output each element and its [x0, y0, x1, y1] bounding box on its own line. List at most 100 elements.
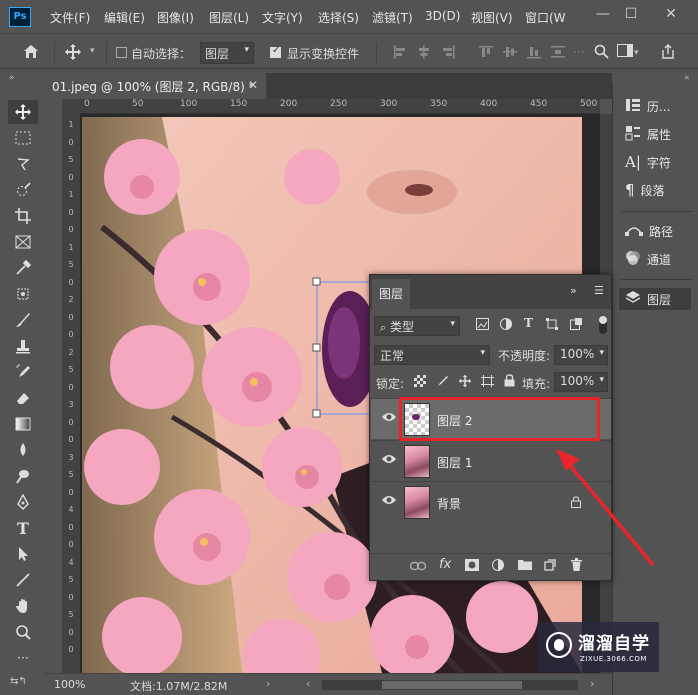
properties-panel-button[interactable]: 属性: [625, 123, 671, 145]
type-tool-icon[interactable]: T: [8, 516, 38, 540]
crop-tool-icon[interactable]: [8, 204, 38, 228]
scroll-left-icon[interactable]: ‹: [306, 677, 310, 690]
menu-select[interactable]: 选择(S): [318, 9, 359, 26]
eraser-tool-icon[interactable]: [8, 386, 38, 410]
lock-artboard-icon[interactable]: [481, 375, 494, 390]
menu-3d[interactable]: 3D(D): [425, 9, 460, 23]
home-icon[interactable]: [22, 43, 40, 62]
tab-layers[interactable]: 图层: [372, 279, 410, 309]
paths-panel-button[interactable]: 路径: [625, 220, 673, 242]
paragraph-panel-button[interactable]: ¶ 段落: [625, 179, 665, 201]
align-hcenter-icon[interactable]: [417, 45, 431, 62]
new-group-icon[interactable]: [518, 559, 532, 573]
brush-tool-icon[interactable]: [8, 308, 38, 332]
eyedropper-tool-icon[interactable]: [8, 256, 38, 280]
visibility-eye-icon[interactable]: [381, 453, 397, 467]
panel-menu-icon[interactable]: ☰: [594, 284, 604, 297]
filter-adjustment-icon[interactable]: [500, 318, 512, 333]
menu-file[interactable]: 文件(F): [50, 9, 90, 26]
layer-name[interactable]: 背景: [437, 495, 461, 512]
menu-layer[interactable]: 图层(L): [209, 9, 249, 26]
lasso-tool-icon[interactable]: [8, 152, 38, 176]
lock-position-icon[interactable]: [458, 374, 472, 391]
frame-tool-icon[interactable]: [8, 230, 38, 254]
toolbar-collapse-icon[interactable]: »: [9, 73, 15, 83]
layer-style-icon[interactable]: fx: [439, 557, 451, 572]
align-right-icon[interactable]: [441, 45, 455, 62]
character-panel-button[interactable]: A| 字符: [625, 151, 671, 173]
menu-view[interactable]: 视图(V): [471, 9, 513, 26]
menu-filter[interactable]: 滤镜(T): [372, 9, 413, 26]
scroll-right-icon[interactable]: ›: [590, 677, 594, 690]
menu-type[interactable]: 文字(Y): [262, 9, 303, 26]
filter-toggle[interactable]: [599, 316, 607, 334]
stamp-tool-icon[interactable]: [8, 334, 38, 358]
filter-pixel-icon[interactable]: [476, 318, 489, 333]
workspace-chevron-icon[interactable]: ▾: [634, 48, 639, 58]
layers-panel-button[interactable]: 图层: [619, 288, 691, 310]
align-top-icon[interactable]: [479, 45, 493, 62]
swap-colors-icon[interactable]: ⇆↰: [10, 676, 27, 687]
lock-all-icon[interactable]: [504, 374, 515, 390]
maximize-button[interactable]: ☐: [616, 3, 646, 25]
opacity-input[interactable]: 100% ▾: [554, 345, 608, 365]
layer-filter-dropdown[interactable]: ⌕ 类型 ▾: [374, 316, 460, 336]
hand-tool-icon[interactable]: [8, 594, 38, 618]
auto-select-dropdown[interactable]: 图层 ▾: [200, 42, 254, 64]
lock-transparent-icon[interactable]: [414, 375, 426, 390]
marquee-tool-icon[interactable]: [8, 126, 38, 150]
add-mask-icon[interactable]: [465, 559, 479, 574]
history-panel-button[interactable]: 历...: [625, 95, 670, 117]
scrollbar-thumb[interactable]: [382, 681, 522, 689]
minimize-button[interactable]: —: [588, 3, 618, 25]
dodge-tool-icon[interactable]: [8, 464, 38, 488]
channels-panel-button[interactable]: 通道: [625, 248, 671, 270]
filter-smart-object-icon[interactable]: [570, 318, 582, 333]
pen-tool-icon[interactable]: [8, 490, 38, 514]
adjustment-layer-icon[interactable]: [492, 559, 504, 574]
distribute-icon[interactable]: [551, 45, 565, 62]
filter-type-icon[interactable]: T: [524, 316, 533, 330]
menu-window[interactable]: 窗口(W: [525, 9, 566, 26]
blur-tool-icon[interactable]: [8, 438, 38, 462]
ruler-tick: 3: [68, 400, 74, 409]
show-transform-checkbox[interactable]: [270, 45, 281, 58]
blend-mode-dropdown[interactable]: 正常 ▾: [374, 345, 490, 365]
zoom-level[interactable]: 100%: [54, 678, 85, 691]
path-select-tool-icon[interactable]: [8, 542, 38, 566]
horizontal-scrollbar[interactable]: [322, 680, 578, 690]
fill-input[interactable]: 100% ▾: [554, 372, 608, 392]
layer-name[interactable]: 图层 1: [437, 454, 472, 471]
filter-shape-icon[interactable]: [546, 318, 558, 333]
align-bottom-icon[interactable]: [527, 45, 541, 62]
menu-edit[interactable]: 编辑(E): [104, 9, 145, 26]
close-tab-icon[interactable]: ✕: [248, 78, 258, 92]
history-brush-tool-icon[interactable]: [8, 360, 38, 384]
workspace-icon[interactable]: [617, 44, 633, 61]
quick-select-tool-icon[interactable]: [8, 178, 38, 202]
healing-brush-tool-icon[interactable]: [8, 282, 38, 306]
move-tool-icon[interactable]: [64, 43, 82, 64]
close-window-button[interactable]: ✕: [656, 3, 686, 25]
zoom-tool-icon[interactable]: [8, 620, 38, 644]
edit-toolbar-icon[interactable]: ···: [8, 646, 38, 670]
align-left-icon[interactable]: [393, 45, 407, 62]
panels-collapse-icon[interactable]: «: [684, 73, 690, 83]
visibility-eye-icon[interactable]: [381, 494, 397, 508]
visibility-eye-icon[interactable]: [381, 411, 397, 425]
tool-preset-chevron-icon[interactable]: ▾: [90, 46, 95, 56]
move-tool-icon[interactable]: [8, 100, 38, 124]
collapse-panel-icon[interactable]: »: [570, 284, 577, 297]
status-menu-chevron-icon[interactable]: ›: [266, 677, 270, 690]
link-layers-icon[interactable]: [409, 560, 427, 574]
more-options-icon[interactable]: ···: [573, 45, 584, 59]
gradient-tool-icon[interactable]: [8, 412, 38, 436]
share-icon[interactable]: [660, 44, 676, 63]
align-vcenter-icon[interactable]: [503, 45, 517, 62]
line-tool-icon[interactable]: [8, 568, 38, 592]
document-tab[interactable]: 01.jpeg @ 100% (图层 2, RGB/8) * ✕: [44, 73, 266, 99]
lock-pixels-icon[interactable]: [436, 375, 448, 390]
search-icon[interactable]: [594, 44, 609, 62]
menu-image[interactable]: 图像(I): [157, 9, 194, 26]
auto-select-checkbox[interactable]: [116, 47, 127, 58]
